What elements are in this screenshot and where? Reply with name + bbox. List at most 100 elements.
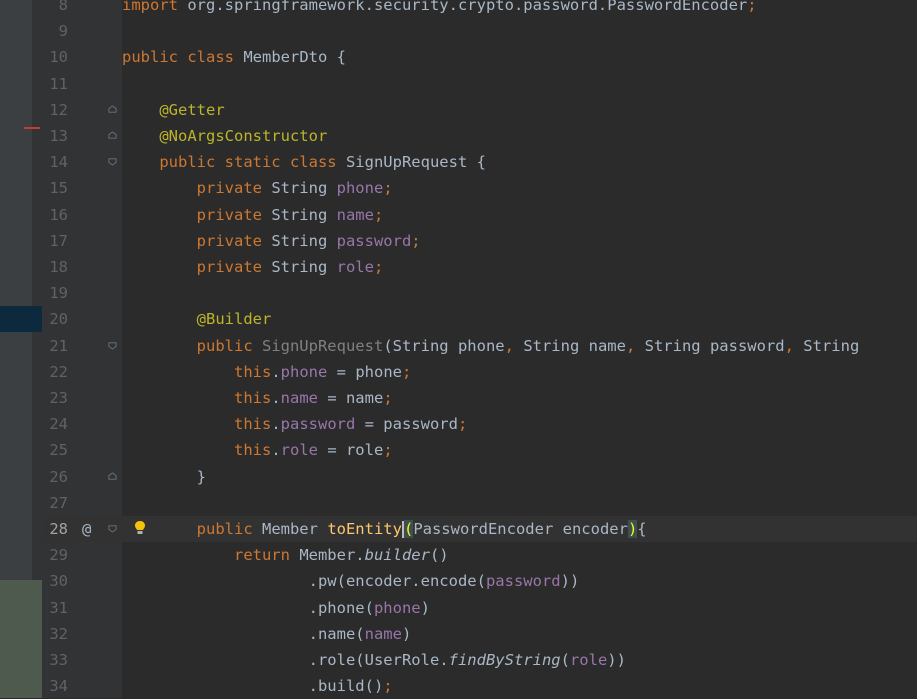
- line-number[interactable]: 8: [42, 0, 68, 18]
- code-text[interactable]: private String name;: [122, 202, 384, 228]
- code-token: Member: [261, 520, 328, 538]
- line-number[interactable]: 23: [42, 385, 68, 411]
- code-line[interactable]: 32 .name(name): [42, 621, 917, 647]
- code-text[interactable]: public SignUpRequest(String phone, Strin…: [122, 333, 860, 359]
- line-number[interactable]: 28: [42, 516, 68, 542]
- code-text[interactable]: return Member.builder(): [122, 542, 449, 568]
- code-line[interactable]: 15 private String phone;: [42, 175, 917, 201]
- code-line[interactable]: 17 private String password;: [42, 228, 917, 254]
- line-number[interactable]: 13: [42, 123, 68, 149]
- code-line[interactable]: 21 public SignUpRequest(String phone, St…: [42, 333, 917, 359]
- code-token: )): [560, 572, 580, 591]
- line-number[interactable]: 11: [42, 71, 68, 97]
- code-text[interactable]: public class MemberDto {: [122, 44, 346, 70]
- code-token: .phone(: [122, 598, 374, 617]
- code-text[interactable]: this.role = role;: [122, 437, 393, 463]
- code-line[interactable]: 23 this.name = name;: [42, 385, 917, 411]
- code-text[interactable]: .role(UserRole.findByString(role)): [122, 647, 626, 673]
- line-number[interactable]: 31: [42, 595, 68, 621]
- fold-marker-icon[interactable]: [108, 131, 117, 140]
- line-number[interactable]: 10: [42, 44, 68, 70]
- line-number[interactable]: 19: [42, 280, 68, 306]
- code-text[interactable]: public Member toEntity (PasswordEncoder e…: [122, 516, 647, 542]
- code-line[interactable]: 29 return Member.builder(): [42, 542, 917, 568]
- lower-tool-panel[interactable]: [0, 580, 42, 698]
- line-number[interactable]: 16: [42, 202, 68, 228]
- code-line[interactable]: 28 @ public Member toEntity (PasswordEncod…: [42, 516, 917, 542]
- code-token: return: [233, 546, 300, 565]
- code-token: Member.: [299, 546, 365, 565]
- code-token: (: [560, 651, 570, 669]
- code-text[interactable]: .phone(phone): [122, 595, 430, 621]
- code-token: ,: [504, 336, 524, 355]
- code-line[interactable]: 11: [42, 71, 917, 97]
- code-line[interactable]: 13 @NoArgsConstructor: [42, 123, 917, 149]
- code-text[interactable]: this.name = name;: [122, 385, 393, 411]
- line-number[interactable]: 21: [42, 333, 68, 359]
- code-text[interactable]: .build();: [122, 673, 393, 699]
- code-line[interactable]: 34 .build();: [42, 673, 917, 699]
- code-line[interactable]: 10 public class MemberDto {: [42, 44, 917, 70]
- code-text[interactable]: .pw(encoder.encode(password)): [122, 568, 580, 594]
- line-number[interactable]: 30: [42, 568, 68, 594]
- code-line[interactable]: 18 private String role;: [42, 254, 917, 280]
- line-number[interactable]: 15: [42, 175, 68, 201]
- line-number[interactable]: 34: [42, 673, 68, 699]
- code-line[interactable]: 9: [42, 18, 917, 44]
- fold-marker-icon[interactable]: [108, 524, 117, 533]
- fold-marker-icon[interactable]: [108, 471, 117, 481]
- code-text[interactable]: private String phone;: [122, 175, 393, 201]
- code-line[interactable]: 16 private String name;: [42, 202, 917, 228]
- line-number[interactable]: 20: [42, 306, 68, 332]
- line-number[interactable]: 9: [42, 18, 68, 44]
- error-stripe-mark[interactable]: [24, 127, 40, 129]
- line-number[interactable]: 12: [42, 97, 68, 123]
- code-line[interactable]: 27: [42, 490, 917, 516]
- code-text[interactable]: import org.springframework.security.cryp…: [122, 0, 757, 18]
- code-text[interactable]: @Builder: [122, 306, 272, 332]
- code-text[interactable]: @NoArgsConstructor: [122, 123, 327, 149]
- line-number[interactable]: 24: [42, 411, 68, 437]
- fold-marker-icon[interactable]: [108, 105, 117, 114]
- code-token: private: [196, 179, 272, 198]
- code-line[interactable]: 20 @Builder: [42, 306, 917, 332]
- line-number[interactable]: 14: [42, 149, 68, 175]
- line-number[interactable]: 26: [42, 464, 68, 490]
- line-number[interactable]: 17: [42, 228, 68, 254]
- code-text[interactable]: @Getter: [122, 97, 224, 123]
- code-text[interactable]: .name(name): [122, 621, 412, 647]
- code-text[interactable]: this.phone = phone;: [122, 359, 411, 385]
- code-line[interactable]: 8 import org.springframework.security.cry…: [42, 0, 917, 18]
- line-number[interactable]: 25: [42, 437, 68, 463]
- code-token: ,: [625, 336, 645, 355]
- code-line[interactable]: 30 .pw(encoder.encode(password)): [42, 568, 917, 594]
- code-line[interactable]: 24 this.password = password;: [42, 411, 917, 437]
- line-number[interactable]: 27: [42, 490, 68, 516]
- code-line[interactable]: 31 .phone(phone): [42, 595, 917, 621]
- line-number[interactable]: 29: [42, 542, 68, 568]
- line-number[interactable]: 33: [42, 647, 68, 673]
- fold-marker-icon[interactable]: [108, 341, 117, 350]
- line-number[interactable]: 22: [42, 359, 68, 385]
- line-number[interactable]: 18: [42, 254, 68, 280]
- selected-tree-row[interactable]: [0, 306, 42, 332]
- code-token: String password: [644, 336, 785, 355]
- code-line[interactable]: 25 this.role = role;: [42, 437, 917, 463]
- code-text[interactable]: private String role;: [122, 254, 384, 280]
- code-text[interactable]: private String password;: [122, 228, 421, 254]
- code-line[interactable]: 26 }: [42, 464, 917, 490]
- code-line[interactable]: 19: [42, 280, 917, 306]
- code-text[interactable]: }: [122, 464, 206, 490]
- line-number[interactable]: 32: [42, 621, 68, 647]
- code-text[interactable]: this.password = password;: [122, 411, 467, 437]
- code-line[interactable]: 22 this.phone = phone;: [42, 359, 917, 385]
- code-line[interactable]: 12 @Getter: [42, 97, 917, 123]
- code-line[interactable]: 14 public static class SignUpRequest {: [42, 149, 917, 175]
- code-line[interactable]: 33 .role(UserRole.findByString(role)): [42, 647, 917, 673]
- code-text[interactable]: public static class SignUpRequest {: [122, 149, 486, 175]
- override-marker-icon[interactable]: @: [82, 516, 91, 542]
- fold-marker-icon[interactable]: [108, 157, 117, 166]
